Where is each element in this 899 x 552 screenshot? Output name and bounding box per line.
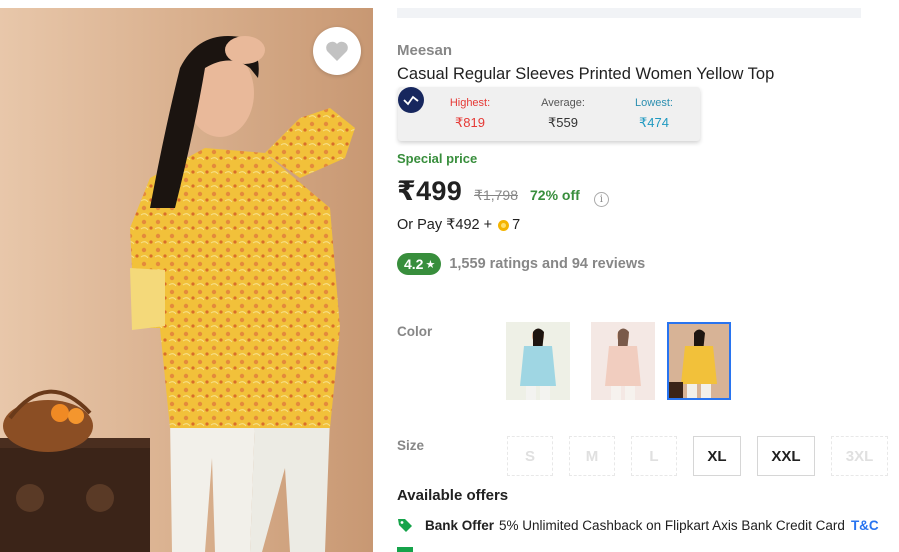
lowest-price: Lowest: ₹474 [632,97,676,131]
supercoin-icon [498,219,510,231]
lowest-value: ₹474 [639,115,669,130]
brand-name[interactable]: Meesan [397,42,452,59]
size-option-xl[interactable]: XL [693,436,741,476]
selling-price: ₹499 [397,176,463,206]
offer-item: Bank Offer 5% Unlimited Cashback on Flip… [397,517,879,533]
loading-strip [397,8,861,18]
highest-value: ₹819 [455,115,485,130]
rating-row[interactable]: 4.2 ★ 1,559 ratings and 94 reviews [397,253,645,275]
size-option-3xl[interactable]: 3XL [831,436,888,476]
size-option-s[interactable]: S [507,436,553,476]
color-swatch-blue[interactable] [506,322,570,400]
product-photo [0,8,373,552]
available-offers-heading: Available offers [397,487,509,504]
or-pay-text: Or Pay ₹492 + [397,217,493,233]
offer-tag-icon [397,547,413,552]
offer-tag-icon [398,519,412,532]
price-history-widget[interactable]: Highest: ₹819 Average: ₹559 Lowest: ₹474 [398,87,700,141]
highest-label: Highest: [449,97,491,109]
average-price: Average: ₹559 [538,97,588,131]
mrp-price: ₹1,798 [474,187,518,203]
ratings-reviews-count[interactable]: 1,559 ratings and 94 reviews [449,256,645,272]
rating-badge[interactable]: 4.2 ★ [397,253,442,275]
star-icon: ★ [425,258,436,271]
average-label: Average: [541,97,585,109]
color-swatch-yellow[interactable] [667,322,731,400]
size-option-xxl[interactable]: XXL [757,436,815,476]
offer-description: 5% Unlimited Cashback on Flipkart Axis B… [499,517,845,533]
info-icon[interactable]: i [593,192,609,207]
heart-icon [326,41,348,61]
color-label: Color [397,324,433,339]
supercoin-pay-option: Or Pay ₹492 + 7 [397,217,520,233]
highest-price: Highest: ₹819 [446,97,494,131]
special-price-label: Special price [397,151,478,166]
size-label: Size [397,438,425,453]
wishlist-button[interactable] [313,27,361,75]
offer-title: Bank Offer [425,517,495,533]
average-value: ₹559 [548,115,578,130]
rating-score: 4.2 [404,256,424,272]
size-option-l[interactable]: L [631,436,677,476]
offer-terms-link[interactable]: T&C [851,518,879,533]
coin-count: 7 [512,217,521,233]
color-swatch-peach[interactable] [591,322,655,400]
price-history-logo-icon [398,87,424,113]
discount-percent: 72% off [530,187,580,203]
size-option-m[interactable]: M [569,436,615,476]
product-title: Casual Regular Sleeves Printed Women Yel… [397,65,775,83]
price-row: ₹499 ₹1,798 72% off i [397,176,609,207]
product-image[interactable] [0,8,373,552]
lowest-label: Lowest: [635,97,673,109]
